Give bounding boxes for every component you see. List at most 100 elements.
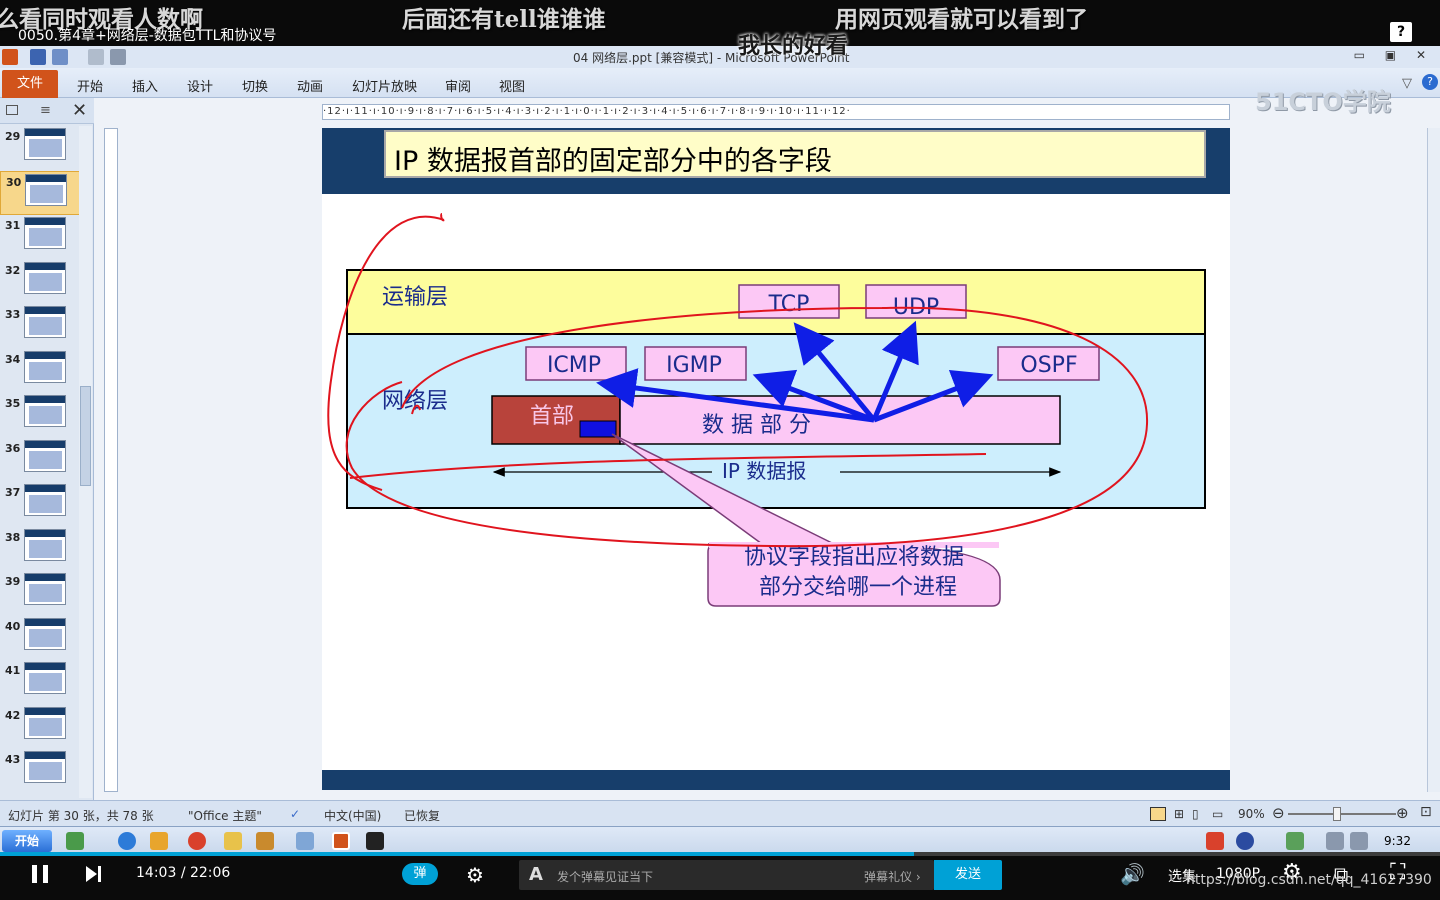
zoom-out-icon[interactable]: ⊖ — [1272, 804, 1285, 822]
slide-thumbnail-image — [24, 662, 66, 694]
slide-thumbnail-number: 33 — [5, 308, 21, 321]
ip-datagram-label: IP 数据报 — [722, 459, 806, 483]
tray-printer-icon[interactable] — [1326, 832, 1344, 850]
slide-thumbnail-image — [24, 439, 66, 472]
video-controls: 14:03 / 22:06 弹 ⚙ A 发个弹幕见证当下 弹幕礼仪 › 发送 🔊… — [0, 856, 1440, 900]
slide-thumbnail-image — [24, 528, 66, 561]
screen: 么看同时观看人数啊 后面还有tell谁谁谁 用网页观看就可以看到了 0050.第… — [0, 0, 1440, 900]
tab-insert[interactable]: 插入 — [132, 76, 158, 95]
slide-thumbnail[interactable]: 42 — [0, 705, 80, 749]
app-icon[interactable] — [296, 832, 314, 850]
current-time: 14:03 — [136, 865, 177, 881]
slide-sorter-icon[interactable]: ⊞ — [1174, 807, 1184, 821]
protocol-diagram: 运输层 网络层 TCP UDP ICMP IGMP OSPF 首部 数 据 部 … — [327, 213, 1206, 607]
text-style-icon[interactable]: A — [529, 864, 543, 885]
slide-thumbnail[interactable]: 34 — [0, 349, 80, 393]
minimize-ribbon-icon[interactable]: ▽ — [1402, 76, 1412, 91]
save-icon[interactable] — [30, 49, 46, 65]
slide-thumbnail[interactable]: 36 — [0, 438, 80, 482]
folder-icon[interactable] — [224, 832, 242, 850]
slide-thumbnail-number: 36 — [5, 441, 21, 455]
slide-canvas[interactable]: IP 数据报首部的固定部分中的各字段 运输层 网络层 TCP UDP ICMP … — [322, 128, 1230, 790]
theme-name: "Office 主题" — [188, 809, 262, 823]
slide-thumbnail[interactable]: 39 — [0, 571, 80, 615]
volume-icon[interactable]: 🔊 — [1120, 862, 1145, 886]
slide-thumbnail[interactable]: 40 — [0, 616, 80, 660]
close-icon[interactable]: ✕ — [72, 100, 87, 121]
app-icon[interactable] — [66, 832, 84, 850]
next-episode-icon[interactable] — [84, 865, 102, 883]
data-part-label: 数 据 部 分 — [702, 413, 811, 438]
thumbnail-scrollbar[interactable] — [79, 126, 92, 798]
slide-scrollbar[interactable] — [1427, 128, 1440, 792]
pause-icon[interactable] — [32, 865, 48, 883]
language-indicator[interactable]: 中文(中国) — [324, 807, 381, 824]
zoom-slider[interactable] — [1288, 813, 1396, 815]
slide-thumbnail[interactable]: 35 — [0, 393, 80, 437]
tab-transitions[interactable]: 切换 — [242, 76, 268, 95]
reading-view-icon[interactable]: ▯ — [1192, 807, 1199, 821]
powerpoint-taskbar-icon[interactable] — [332, 832, 350, 850]
send-button[interactable]: 发送 — [934, 860, 1002, 890]
recovered-status: 已恢复 — [404, 809, 441, 823]
slide-thumbnail[interactable]: 31 — [0, 215, 80, 259]
tray-app-icon[interactable] — [1206, 832, 1224, 850]
zoom-in-icon[interactable]: ⊕ — [1396, 804, 1409, 822]
slide-thumbnail[interactable]: 43 — [0, 749, 80, 793]
slide-thumbnail[interactable]: 32 — [0, 260, 80, 304]
slide-thumbnail-image — [24, 261, 66, 294]
slide-thumbnail[interactable]: 33 — [0, 304, 80, 348]
tab-animations[interactable]: 动画 — [297, 76, 323, 95]
tab-home[interactable]: 开始 — [77, 76, 103, 95]
slide-thumbnail[interactable]: 41 — [0, 660, 80, 704]
tray-network-icon[interactable] — [1350, 832, 1368, 850]
danmaku-etiquette-link[interactable]: 弹幕礼仪 › — [864, 868, 921, 885]
spellcheck-icon[interactable]: ✓ — [290, 807, 300, 821]
slide-thumbnail-panel: ≡ ✕ 29 30 31 32 33 34 35 36 37 38 39 40 41 42 43 — [0, 98, 94, 800]
slide-thumbnail[interactable]: 37 — [0, 482, 80, 526]
zoom-slider-handle[interactable] — [1333, 807, 1341, 821]
redo-icon[interactable] — [88, 49, 104, 65]
slide-thumbnail-number: 42 — [5, 708, 21, 722]
normal-view-icon[interactable] — [1150, 807, 1166, 821]
danmaku-toggle[interactable]: 弹 — [402, 863, 438, 885]
tray-battery-icon[interactable] — [1286, 832, 1304, 850]
zoom-level[interactable]: 90% — [1238, 807, 1265, 821]
slides-tab-icon[interactable] — [6, 105, 18, 115]
chrome-browser-icon[interactable] — [188, 832, 206, 850]
transport-layer-label: 运输层 — [382, 285, 448, 310]
slide-thumbnail-image — [24, 128, 66, 160]
danmaku-settings-icon[interactable]: ⚙ — [466, 863, 484, 887]
callout-line-2: 部分交给哪一个进程 — [759, 575, 957, 600]
window-controls-icon[interactable]: ▭ ▣ ✕ — [1354, 48, 1434, 62]
slide-thumbnail[interactable]: 30 — [0, 170, 80, 215]
undo-icon[interactable] — [52, 49, 68, 65]
slide-thumbnail-image — [24, 751, 66, 783]
app-icon[interactable] — [256, 832, 274, 850]
start-button[interactable]: 开始 — [2, 830, 52, 852]
tab-view[interactable]: 视图 — [499, 76, 525, 95]
slide-thumbnail-number: 43 — [5, 753, 21, 766]
slideshow-view-icon[interactable]: ▭ — [1212, 807, 1223, 821]
slide-thumbnail[interactable]: 38 — [0, 527, 80, 571]
danmaku-input[interactable]: A 发个弹幕见证当下 弹幕礼仪 › — [519, 860, 934, 890]
app-icon[interactable] — [150, 832, 168, 850]
help-icon[interactable]: ? — [1422, 74, 1438, 90]
ie-browser-icon[interactable] — [118, 832, 136, 850]
slide-thumbnail-number: 32 — [5, 263, 21, 277]
tray-help-icon[interactable] — [1236, 832, 1254, 850]
fit-slide-icon[interactable]: ⊡ — [1420, 804, 1432, 820]
help-icon[interactable]: ? — [1390, 22, 1412, 42]
slide-thumbnail-image — [25, 173, 67, 206]
slide-thumbnail[interactable]: 29 — [0, 126, 80, 170]
tab-design[interactable]: 设计 — [187, 76, 213, 95]
outline-tab-icon[interactable]: ≡ — [40, 103, 51, 118]
slide-thumbnail-number: 40 — [5, 619, 21, 633]
protocol-field-marker — [579, 420, 617, 438]
tab-slideshow[interactable]: 幻灯片放映 — [352, 76, 417, 95]
tab-review[interactable]: 审阅 — [445, 76, 471, 95]
tab-file[interactable]: 文件 — [2, 70, 58, 98]
slide-thumbnail-image — [24, 350, 66, 383]
terminal-icon[interactable] — [366, 832, 384, 850]
customize-toolbar-icon[interactable] — [110, 49, 126, 65]
